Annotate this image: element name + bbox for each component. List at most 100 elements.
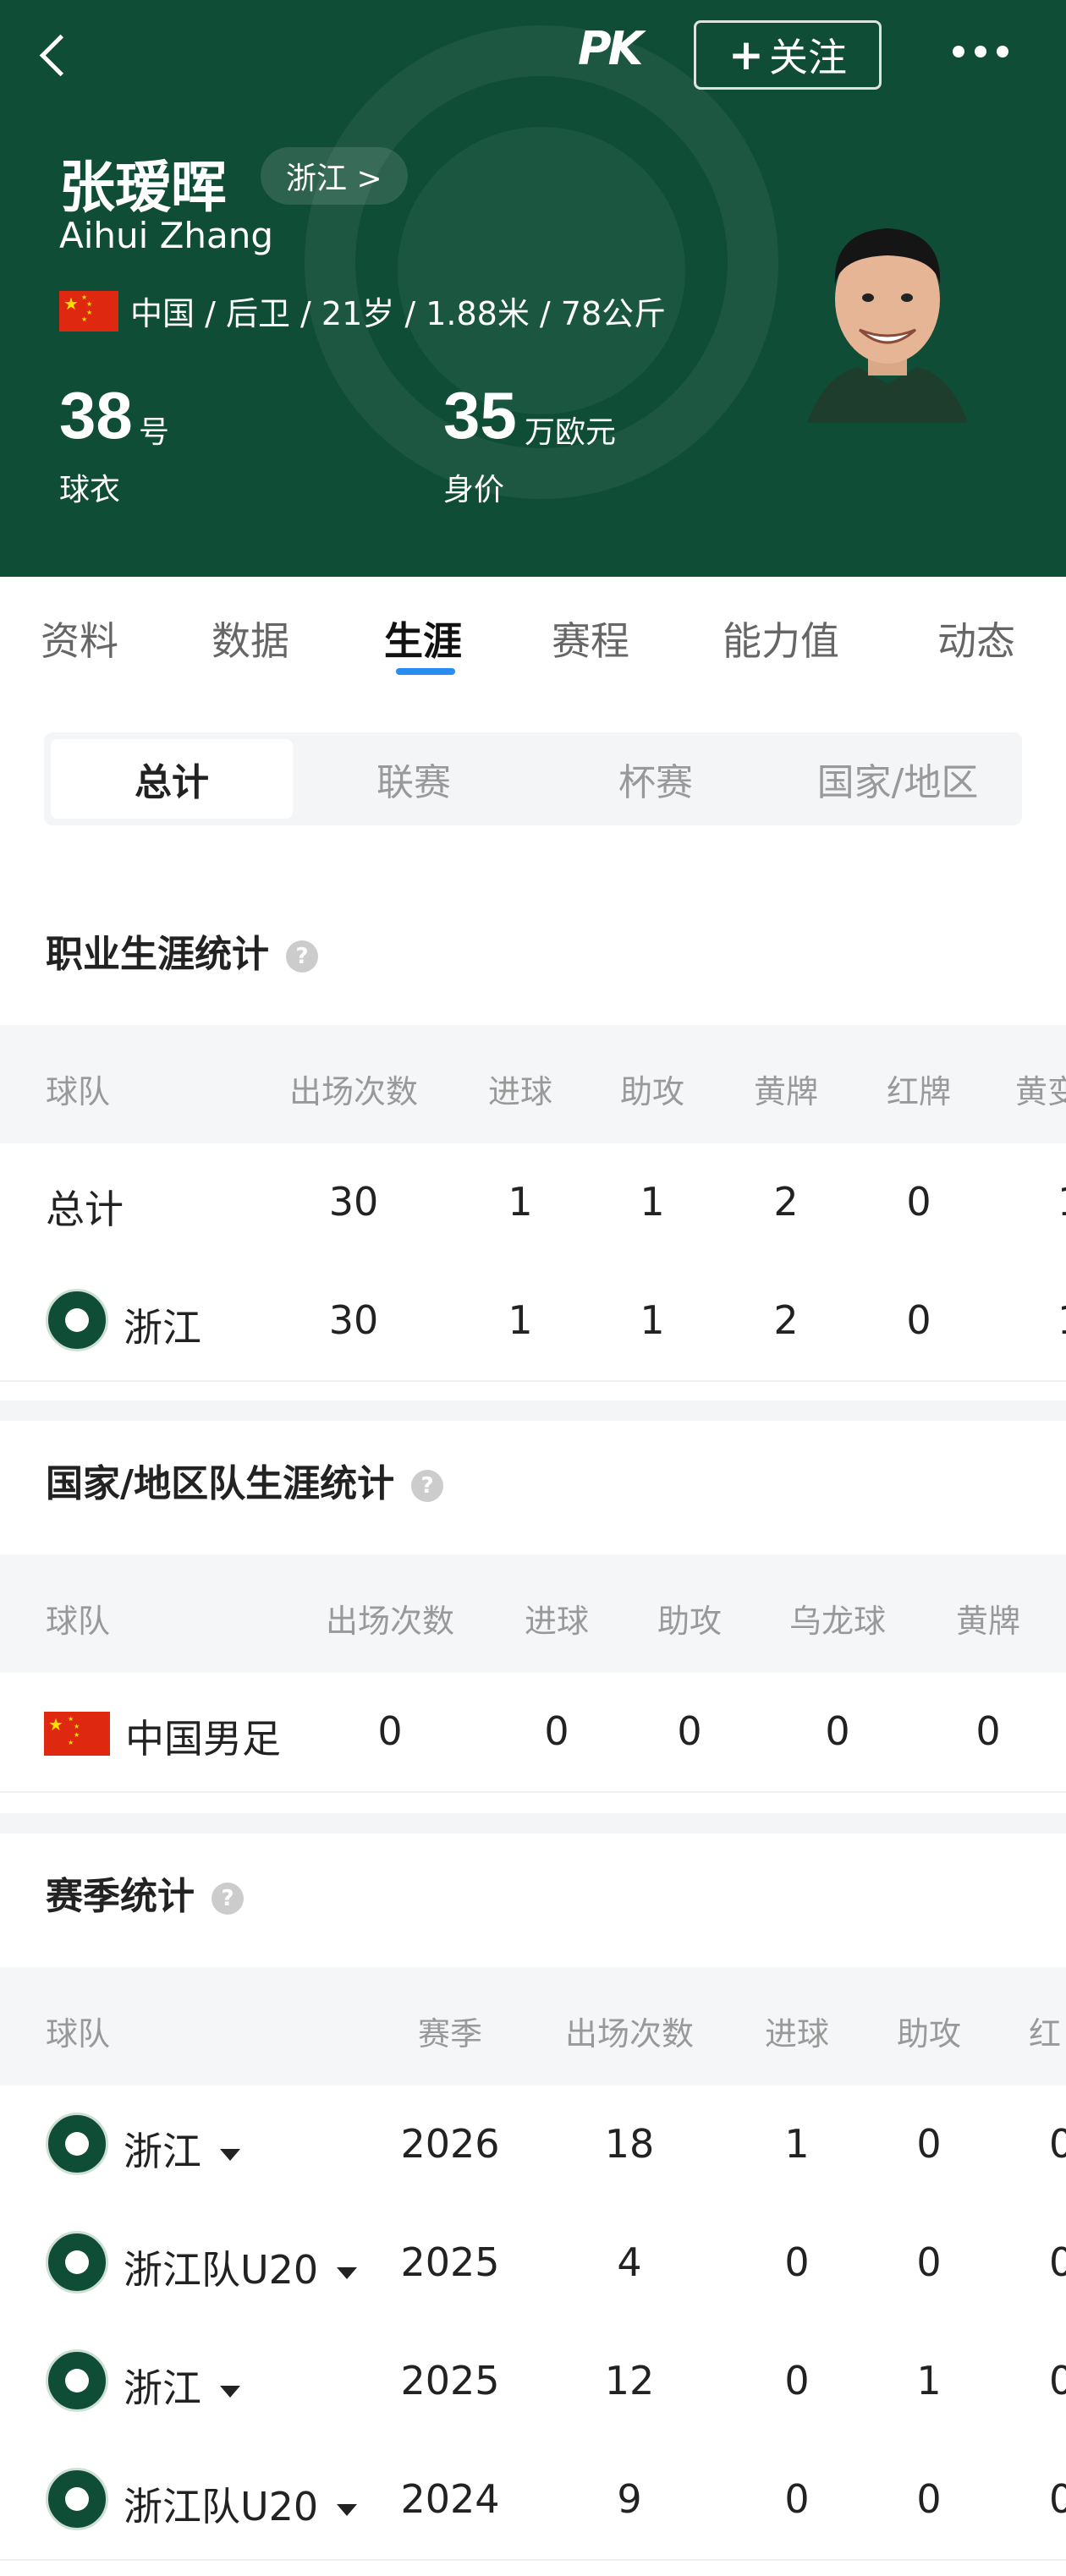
zhejiang-badge-icon xyxy=(46,1289,108,1351)
team-dropdown[interactable]: 浙江队U20 xyxy=(124,2239,358,2295)
zhejiang-badge-icon xyxy=(46,2113,108,2175)
team-dropdown[interactable]: 浙江 xyxy=(124,2121,240,2177)
apps-value: 4 xyxy=(617,2239,642,2285)
col-assists: 助攻 xyxy=(896,2015,962,2053)
yellow-value: 2 xyxy=(773,1297,799,1343)
col-apps: 出场次数 xyxy=(564,2015,695,2053)
help-icon[interactable]: ? xyxy=(286,940,318,973)
season-value: 2026 xyxy=(400,2121,500,2167)
col-team: 球队 xyxy=(46,1603,111,1640)
help-icon[interactable]: ? xyxy=(411,1470,444,1502)
yellow-value: 2 xyxy=(773,1179,799,1225)
team-name: 总计 xyxy=(46,1187,124,1232)
career-content: 总计 联赛 杯赛 国家/地区 职业生涯统计? 球队 出场次数 进球 助攻 黄牌 … xyxy=(0,695,1066,2576)
caret-down-icon xyxy=(220,2148,240,2161)
caret-down-icon xyxy=(220,2385,240,2398)
table-row[interactable]: 浙江 2026 18 1 0 0 xyxy=(0,2085,1066,2206)
goals-value: 0 xyxy=(784,2358,810,2403)
zhejiang-badge-icon xyxy=(46,2231,108,2294)
table-row[interactable]: 浙江队U20 2025 4 0 0 0 xyxy=(0,2204,1066,2324)
more-icon[interactable] xyxy=(953,46,1020,63)
tab-news[interactable]: 动态 xyxy=(937,611,1015,666)
player-info: ★ ★ ★ ★ ★ 中国 / 后卫 / 21岁 / 1.88米 / 78公斤 xyxy=(59,288,666,334)
apps-value: 30 xyxy=(328,1179,379,1225)
zhejiang-badge-icon xyxy=(46,2468,108,2530)
follow-label: 关注 xyxy=(768,35,847,80)
season-value: 2024 xyxy=(400,2476,500,2522)
segment-total[interactable]: 总计 xyxy=(51,739,293,819)
app-logo: PK xyxy=(578,22,643,75)
season-title-text: 赛季统计 xyxy=(46,1875,195,1918)
red-value: 0 xyxy=(1049,2121,1066,2167)
goals-value: 1 xyxy=(508,1179,533,1225)
national-title: 国家/地区队生涯统计? xyxy=(46,1453,444,1507)
shirt-unit: 号 xyxy=(139,415,170,450)
back-icon[interactable] xyxy=(36,29,76,83)
tab-data[interactable]: 数据 xyxy=(212,611,289,666)
table-row[interactable]: 浙江 30 1 1 2 0 1 xyxy=(0,1262,1066,1382)
goals-value: 1 xyxy=(784,2121,810,2167)
season-value: 2025 xyxy=(400,2239,500,2285)
col-team: 球队 xyxy=(46,1073,111,1110)
col-team: 球队 xyxy=(46,2015,111,2053)
club-link[interactable]: 浙江 > xyxy=(261,147,408,205)
segment-national[interactable]: 国家/地区 xyxy=(777,739,1019,819)
zhejiang-badge-icon xyxy=(46,2349,108,2412)
help-icon[interactable]: ? xyxy=(212,1883,244,1915)
china-flag-icon: ★ ★ ★ ★ ★ xyxy=(44,1712,110,1756)
player-english-name: Aihui Zhang xyxy=(59,215,274,256)
team-dropdown[interactable]: 浙江 xyxy=(124,2358,240,2414)
col-yellow: 黄牌 xyxy=(753,1073,819,1110)
career-title: 职业生涯统计? xyxy=(46,924,318,978)
yellow-value: 0 xyxy=(975,1708,1001,1754)
market-value: 35 xyxy=(443,378,517,452)
career-table-header: 球队 出场次数 进球 助攻 黄牌 红牌 黄变 xyxy=(0,1025,1066,1143)
tab-career[interactable]: 生涯 xyxy=(384,611,462,666)
tab-ability[interactable]: 能力值 xyxy=(723,611,839,666)
team-dropdown[interactable]: 浙江队U20 xyxy=(124,2476,358,2532)
col-assists: 助攻 xyxy=(619,1073,685,1110)
table-row[interactable]: ★ ★ ★ ★ ★ 中国男足 0 0 0 0 0 xyxy=(0,1673,1066,1793)
season-title: 赛季统计? xyxy=(46,1866,244,1920)
team-name: 浙江队U20 xyxy=(124,2484,319,2529)
col-apps: 出场次数 xyxy=(288,1073,419,1110)
col-yellow: 黄牌 xyxy=(955,1603,1021,1640)
national-table-header: 球队 出场次数 进球 助攻 乌龙球 黄牌 xyxy=(0,1554,1066,1673)
season-table-header: 球队 赛季 出场次数 进球 助攻 红 xyxy=(0,1967,1066,2085)
national-title-text: 国家/地区队生涯统计 xyxy=(46,1462,395,1505)
team-name: 浙江 xyxy=(124,2365,201,2411)
yellow-red-value: 1 xyxy=(1058,1297,1066,1343)
tab-profile[interactable]: 资料 xyxy=(41,611,118,666)
red-value: 0 xyxy=(1049,2476,1066,2522)
yellow-red-value: 1 xyxy=(1058,1179,1066,1225)
market-value-label: 身价 xyxy=(443,473,505,507)
table-row[interactable]: 总计 30 1 1 2 0 1 xyxy=(0,1143,1066,1263)
section-divider xyxy=(0,1400,1066,1421)
career-title-text: 职业生涯统计 xyxy=(46,933,269,976)
market-value-unit: 万欧元 xyxy=(525,415,617,450)
shirt-label: 球衣 xyxy=(59,473,121,507)
red-value: 0 xyxy=(906,1297,931,1343)
goals-value: 1 xyxy=(508,1297,533,1343)
team-name: 浙江 xyxy=(124,2129,201,2174)
segment-cup[interactable]: 杯赛 xyxy=(535,739,777,819)
player-info-text: 中国 / 后卫 / 21岁 / 1.88米 / 78公斤 xyxy=(130,295,667,332)
apps-value: 9 xyxy=(617,2476,642,2522)
tab-schedule[interactable]: 赛程 xyxy=(552,611,629,666)
table-row[interactable]: 浙江队U20 2024 9 0 0 0 xyxy=(0,2441,1066,2561)
col-season: 赛季 xyxy=(417,2015,483,2053)
team-name: 中国男足 xyxy=(125,1716,281,1762)
player-header: PK + 关注 张瑷晖 浙江 > Aihui Zhang ★ ★ ★ ★ ★ 中国 / … xyxy=(0,0,1066,577)
segment-league[interactable]: 联赛 xyxy=(293,739,535,819)
caret-down-icon xyxy=(337,2266,358,2279)
section-divider xyxy=(0,1813,1066,1833)
follow-button[interactable]: + 关注 xyxy=(694,20,882,90)
apps-value: 18 xyxy=(604,2121,655,2167)
china-flag-icon: ★ ★ ★ ★ ★ xyxy=(59,290,118,332)
col-goals: 进球 xyxy=(764,2015,830,2053)
table-row[interactable]: 浙江 2025 12 0 1 0 xyxy=(0,2322,1066,2442)
caret-down-icon xyxy=(337,2503,358,2516)
own-goals-value: 0 xyxy=(825,1708,850,1754)
team-name: 浙江 xyxy=(124,1305,201,1351)
col-apps: 出场次数 xyxy=(325,1603,455,1640)
